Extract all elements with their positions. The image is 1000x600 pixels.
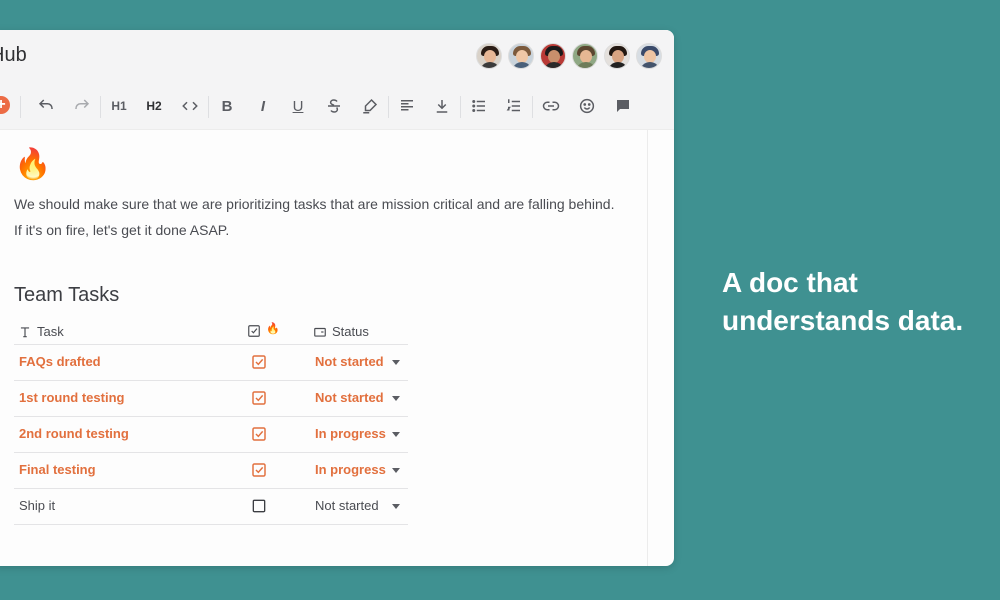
task-cell[interactable]: 2nd round testing	[19, 426, 129, 441]
doc-paragraph[interactable]: If it's on fire, let's get it done ASAP.	[14, 222, 229, 238]
status-cell[interactable]: In progress	[315, 462, 386, 477]
column-header-status[interactable]: Status	[313, 324, 369, 339]
doc-window: Hub	[0, 30, 674, 566]
table-row: Ship it Not started	[14, 489, 408, 525]
fire-icon: 🔥	[266, 322, 280, 335]
doc-title: Hub	[0, 44, 27, 66]
task-cell[interactable]: FAQs drafted	[19, 354, 101, 369]
avatar[interactable]	[540, 43, 566, 69]
bold-icon[interactable]: B	[215, 94, 239, 118]
bold-label: B	[221, 97, 233, 115]
align-left-icon[interactable]	[395, 94, 419, 118]
emoji-icon[interactable]	[575, 94, 599, 118]
task-cell[interactable]: 1st round testing	[19, 390, 124, 405]
section-heading[interactable]: Team Tasks	[14, 284, 119, 307]
heading-1-label: H1	[111, 99, 127, 113]
tagline-line-2: understands data.	[722, 305, 964, 336]
checked-checkbox-icon[interactable]	[251, 462, 267, 478]
chevron-down-icon[interactable]	[392, 504, 400, 509]
bullet-list-icon[interactable]	[467, 94, 491, 118]
status-cell[interactable]: Not started	[315, 498, 379, 513]
unchecked-checkbox-icon[interactable]	[251, 498, 267, 514]
table-row: 1st round testing Not started	[14, 381, 408, 417]
italic-icon[interactable]: I	[251, 94, 275, 118]
heading-2-label: H2	[146, 99, 162, 113]
chevron-down-icon[interactable]	[392, 360, 400, 365]
italic-label: I	[260, 97, 266, 115]
collaborator-avatars	[476, 43, 662, 69]
avatar[interactable]	[604, 43, 630, 69]
table-row: 2nd round testing In progress	[14, 417, 408, 453]
select-type-icon	[314, 327, 326, 337]
underline-icon[interactable]: U	[286, 94, 310, 118]
underline-label: U	[292, 97, 304, 115]
numbered-list-icon[interactable]	[502, 94, 526, 118]
highlight-icon[interactable]	[358, 94, 382, 118]
column-header-task-label: Task	[37, 324, 64, 339]
code-icon[interactable]	[178, 94, 202, 118]
checked-checkbox-icon[interactable]	[251, 426, 267, 442]
status-cell[interactable]: Not started	[315, 354, 384, 369]
column-header-check[interactable]: 🔥	[247, 322, 280, 338]
avatar[interactable]	[636, 43, 662, 69]
table-row: FAQs drafted Not started	[14, 345, 408, 381]
heading-1-icon[interactable]: H1	[107, 94, 131, 118]
link-icon[interactable]	[539, 94, 563, 118]
checked-checkbox-icon[interactable]	[251, 390, 267, 406]
chevron-down-icon[interactable]	[392, 432, 400, 437]
column-header-task[interactable]: Task	[18, 324, 64, 339]
avatar[interactable]	[476, 43, 502, 69]
column-header-status-label: Status	[332, 324, 369, 339]
marketing-tagline: A doc that understands data.	[722, 264, 963, 340]
text-type-icon	[20, 326, 30, 337]
align-bottom-icon[interactable]	[430, 94, 454, 118]
tasks-table: Task 🔥 Status FAQs drafted Not started 1…	[14, 320, 408, 525]
fire-icon: 🔥	[14, 148, 52, 181]
chevron-down-icon[interactable]	[392, 468, 400, 473]
avatar[interactable]	[508, 43, 534, 69]
table-row: Final testing In progress	[14, 453, 408, 489]
chevron-down-icon[interactable]	[392, 396, 400, 401]
doc-paragraph[interactable]: We should make sure that we are prioriti…	[14, 196, 614, 212]
table-header: Task 🔥 Status	[14, 320, 408, 345]
add-icon[interactable]: +	[0, 96, 10, 114]
title-bar: Hub	[0, 30, 674, 82]
task-cell[interactable]: Final testing	[19, 462, 96, 477]
tagline-line-1: A doc that	[722, 267, 858, 298]
comment-icon[interactable]	[611, 94, 635, 118]
formatting-toolbar: + H1 H2 B I U	[0, 82, 674, 130]
redo-icon[interactable]	[70, 94, 94, 118]
status-cell[interactable]: Not started	[315, 390, 384, 405]
avatar[interactable]	[572, 43, 598, 69]
doc-body[interactable]: 🔥 We should make sure that we are priori…	[0, 130, 648, 566]
checkbox-type-icon	[248, 325, 260, 337]
task-cell[interactable]: Ship it	[19, 498, 55, 513]
undo-icon[interactable]	[34, 94, 58, 118]
strikethrough-icon[interactable]	[322, 94, 346, 118]
checked-checkbox-icon[interactable]	[251, 354, 267, 370]
heading-2-icon[interactable]: H2	[142, 94, 166, 118]
status-cell[interactable]: In progress	[315, 426, 386, 441]
